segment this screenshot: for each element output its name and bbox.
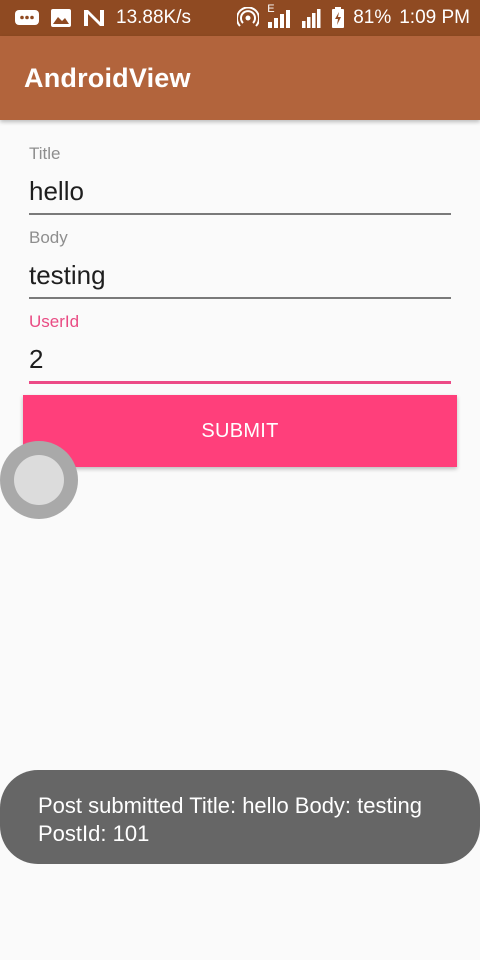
battery-level: 81%: [353, 7, 392, 28]
title-label: Title: [29, 144, 61, 163]
battery-charging-icon: [331, 7, 345, 29]
message-icon: [14, 8, 40, 28]
signal-icon: E: [267, 3, 293, 29]
body-input[interactable]: testing: [29, 257, 451, 293]
hotspot-icon: [237, 7, 260, 29]
network-type: E: [267, 3, 275, 15]
submit-button[interactable]: SUBMIT: [23, 395, 457, 467]
userid-label: UserId: [29, 312, 80, 331]
touch-indicator: [0, 441, 78, 519]
body-field[interactable]: Body testing: [29, 227, 451, 299]
n-icon: [82, 8, 106, 28]
userid-input[interactable]: 2: [29, 341, 451, 377]
title-field[interactable]: Title hello: [29, 143, 451, 215]
userid-underline: [29, 381, 451, 384]
touch-indicator-inner: [14, 455, 64, 505]
signal-icon: [301, 7, 323, 29]
toast-message: Post submitted Title: hello Body: testin…: [0, 770, 480, 864]
gallery-icon: [50, 8, 72, 28]
title-underline: [29, 213, 451, 215]
body-label: Body: [29, 228, 68, 247]
clock: 1:09 PM: [399, 7, 470, 28]
app-bar: AndroidView: [0, 36, 480, 120]
userid-field[interactable]: UserId 2: [29, 311, 451, 384]
body-underline: [29, 297, 451, 299]
title-input[interactable]: hello: [29, 173, 451, 209]
network-speed: 13.88K/s: [116, 7, 191, 28]
status-bar: 13.88K/s E 81% 1:09 PM: [0, 0, 480, 36]
app-title: AndroidView: [24, 62, 191, 93]
